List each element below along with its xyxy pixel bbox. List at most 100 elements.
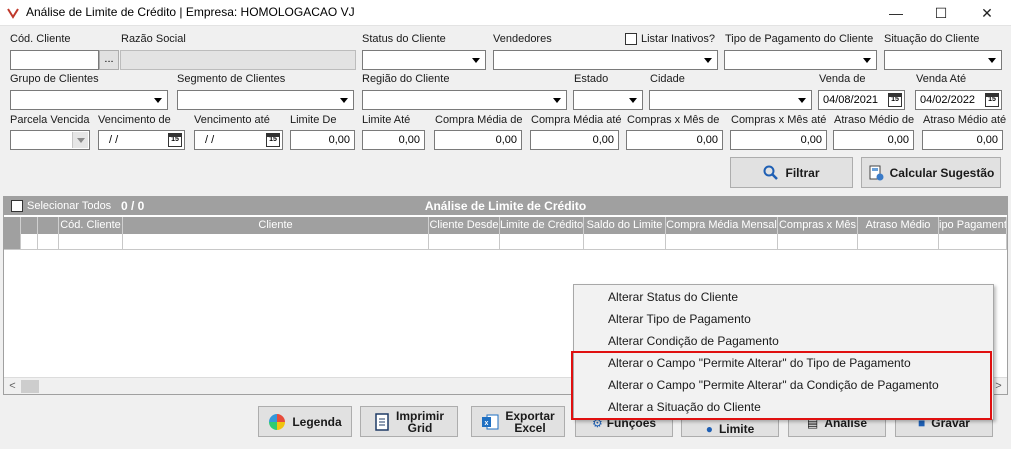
- menu-item-alterar-condicao-pagamento[interactable]: Alterar Condição de Pagamento: [608, 334, 779, 348]
- regiao-cliente-label: Região do Cliente: [362, 73, 450, 85]
- venda-de-date[interactable]: 04/08/2021 15: [818, 90, 905, 110]
- vencimento-ate-value: / /: [205, 134, 215, 146]
- limite-de-label: Limite De: [290, 114, 337, 126]
- limite-label: Limite: [718, 422, 755, 436]
- razao-social-label: Razão Social: [121, 33, 186, 45]
- cod-cliente-input[interactable]: [10, 50, 99, 70]
- row-checkbox-cell[interactable]: [21, 234, 38, 250]
- compras-mes-ate-input[interactable]: 0,00: [730, 130, 827, 150]
- window-title: Análise de Limite de Crédito | Empresa: …: [26, 5, 355, 19]
- estado-select[interactable]: [573, 90, 643, 110]
- svg-text:x: x: [485, 420, 489, 427]
- parcela-vencida-label: Parcela Vencida: [10, 114, 90, 126]
- compra-media-ate-input[interactable]: 0,00: [530, 130, 619, 150]
- calcular-sugestao-button[interactable]: Calcular Sugestão: [861, 157, 1001, 188]
- close-button[interactable]: ✕: [964, 0, 1010, 26]
- legenda-label: Legenda: [292, 414, 342, 429]
- search-icon: [763, 165, 779, 180]
- column-header-cliente-desde[interactable]: Cliente Desde: [429, 217, 500, 234]
- compra-media-ate-label: Compra Média até: [531, 114, 622, 126]
- atraso-medio-de-input[interactable]: 0,00: [833, 130, 914, 150]
- vencimento-ate-date[interactable]: / / 15: [194, 130, 283, 150]
- chevron-down-icon: [150, 92, 166, 108]
- calcular-sugestao-label: Calcular Sugestão: [889, 165, 995, 180]
- compras-mes-de-input[interactable]: 0,00: [626, 130, 723, 150]
- app-logo-icon: [7, 8, 19, 19]
- table-cell: [123, 234, 429, 250]
- cidade-select[interactable]: [649, 90, 812, 110]
- calendar-icon[interactable]: 15: [985, 93, 999, 107]
- vencimento-de-date[interactable]: / / 15: [98, 130, 185, 150]
- filtrar-button[interactable]: Filtrar: [730, 157, 853, 188]
- minimize-button[interactable]: —: [873, 0, 919, 26]
- column-header-atraso-medio[interactable]: Atraso Médio: [858, 217, 939, 234]
- highlight-annotation: [571, 351, 992, 420]
- situacao-cliente-select[interactable]: [884, 50, 1002, 70]
- cidade-label: Cidade: [650, 73, 685, 85]
- listar-inativos-checkbox[interactable]: Listar Inativos?: [625, 33, 715, 45]
- grid-title: Análise de Limite de Crédito: [424, 199, 587, 213]
- calendar-icon[interactable]: 15: [266, 133, 280, 147]
- row-indicator[interactable]: [4, 234, 21, 250]
- venda-de-value: 04/08/2021: [823, 94, 879, 106]
- table-cell: [38, 234, 59, 250]
- column-header-tipo-pagamento[interactable]: ipo Pagament: [939, 217, 1007, 234]
- table-cell: [429, 234, 500, 250]
- maximize-button[interactable]: ☐: [918, 0, 964, 26]
- checkbox-icon: [625, 33, 637, 45]
- compra-media-de-input[interactable]: 0,00: [434, 130, 522, 150]
- status-cliente-select[interactable]: [362, 50, 486, 70]
- document-icon: [375, 412, 389, 431]
- column-header-saldo-limite[interactable]: Saldo do Limite: [584, 217, 666, 234]
- segmento-clientes-select[interactable]: [177, 90, 354, 110]
- compra-media-de-label: Compra Média de: [435, 114, 523, 126]
- calculator-icon: [869, 165, 884, 180]
- table-cell: [858, 234, 939, 250]
- column-header-cod-cliente[interactable]: Cód. Cliente: [59, 217, 123, 234]
- chevron-down-icon: [72, 132, 88, 148]
- compras-mes-de-label: Compras x Mês de: [627, 114, 720, 126]
- vencimento-de-value: / /: [109, 134, 119, 146]
- excel-label: Excel: [514, 420, 546, 435]
- limite-ate-label: Limite Até: [362, 114, 411, 126]
- vendedores-select[interactable]: [493, 50, 718, 70]
- column-header-cliente[interactable]: Cliente: [123, 217, 429, 234]
- title-bar: Análise de Limite de Crédito | Empresa: …: [0, 0, 1011, 26]
- limite-de-input[interactable]: 0,00: [290, 130, 355, 150]
- column-header-limite-credito[interactable]: Limite de Crédito: [500, 217, 584, 234]
- menu-item-alterar-status[interactable]: Alterar Status do Cliente: [608, 290, 738, 304]
- estado-label: Estado: [574, 73, 609, 85]
- venda-ate-date[interactable]: 04/02/2022 15: [915, 90, 1002, 110]
- table-cell: [59, 234, 123, 250]
- grupo-clientes-select[interactable]: [10, 90, 168, 110]
- calendar-icon[interactable]: 15: [168, 133, 182, 147]
- compras-mes-ate-label: Compras x Mês até: [731, 114, 827, 126]
- tipo-pagamento-select[interactable]: [724, 50, 877, 70]
- table-cell: [500, 234, 584, 250]
- chevron-down-icon: [625, 92, 641, 108]
- cod-cliente-label: Cód. Cliente: [10, 33, 71, 45]
- column-header-compras-mes[interactable]: Compras x Mês: [778, 217, 858, 234]
- legenda-button[interactable]: Legenda: [258, 406, 352, 437]
- table-cell: [666, 234, 778, 250]
- parcela-vencida-select[interactable]: [10, 130, 90, 150]
- limite-ate-input[interactable]: 0,00: [362, 130, 425, 150]
- checkbox-column-header: [21, 217, 38, 234]
- venda-de-label: Venda de: [819, 73, 866, 85]
- table-cell: [584, 234, 666, 250]
- exportar-excel-button[interactable]: x Exportar Excel: [471, 406, 565, 437]
- column-header-compra-media-mensal[interactable]: Compra Média Mensal: [666, 217, 778, 234]
- menu-item-alterar-tipo-pagamento[interactable]: Alterar Tipo de Pagamento: [608, 312, 751, 326]
- imprimir-grid-button[interactable]: Imprimir Grid: [360, 406, 458, 437]
- regiao-cliente-select[interactable]: [362, 90, 567, 110]
- scroll-left-arrow-icon[interactable]: <: [4, 378, 21, 395]
- listar-inativos-label: Listar Inativos?: [641, 33, 715, 45]
- atraso-medio-ate-label: Atraso Médio até: [923, 114, 1007, 126]
- search-client-button[interactable]: ...: [99, 50, 119, 70]
- venda-ate-label: Venda Até: [916, 73, 967, 85]
- atraso-medio-ate-input[interactable]: 0,00: [922, 130, 1003, 150]
- segmento-clientes-label: Segmento de Clientes: [177, 73, 286, 85]
- calendar-icon[interactable]: 15: [888, 93, 902, 107]
- scroll-thumb[interactable]: [21, 380, 39, 393]
- chevron-down-icon: [549, 92, 565, 108]
